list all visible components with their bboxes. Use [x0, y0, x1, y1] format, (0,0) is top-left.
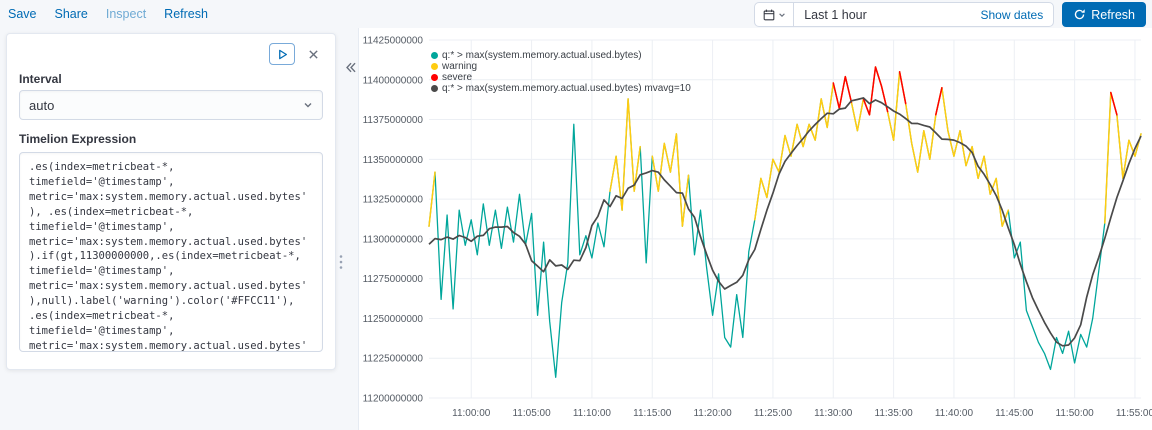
legend-dot — [431, 63, 438, 70]
date-picker: Last 1 hour Show dates — [754, 2, 1055, 27]
interval-label: Interval — [19, 72, 62, 86]
x-tick-label: 11:15:00 — [633, 408, 672, 419]
y-tick-label: 11325000000 — [363, 195, 424, 206]
legend-dot — [431, 85, 438, 92]
interval-select[interactable]: auto — [19, 90, 323, 120]
nav-inspect-link[interactable]: Inspect — [106, 7, 146, 21]
legend-item[interactable]: q:* > max(system.memory.actual.used.byte… — [431, 50, 691, 61]
refresh-button[interactable]: Refresh — [1062, 2, 1146, 27]
legend-label: warning — [442, 61, 478, 72]
legend-label: q:* > max(system.memory.actual.used.byte… — [442, 50, 642, 61]
play-icon — [277, 49, 288, 60]
chevron-down-icon — [303, 100, 313, 110]
calendar-dropdown-button[interactable] — [755, 3, 795, 26]
expression-editor-panel: Interval auto Timelion Expression .es(in… — [6, 33, 336, 370]
y-tick-label: 11225000000 — [363, 354, 424, 365]
time-range-label[interactable]: Last 1 hour — [794, 8, 970, 22]
x-tick-label: 11:20:00 — [693, 408, 732, 419]
x-tick-label: 11:45:00 — [995, 408, 1034, 419]
legend-label: severe — [442, 72, 473, 83]
resize-handle[interactable] — [339, 254, 343, 275]
expression-label: Timelion Expression — [19, 132, 137, 146]
nav-refresh-link[interactable]: Refresh — [164, 7, 208, 21]
expression-textarea[interactable]: .es(index=metricbeat-*, timefield='@time… — [19, 152, 323, 352]
chevron-down-icon — [778, 11, 786, 19]
x-tick-label: 11:30:00 — [814, 408, 853, 419]
x-tick-label: 11:55:00 — [1116, 408, 1152, 419]
run-expression-button[interactable] — [269, 43, 295, 65]
x-tick-label: 11:00:00 — [452, 408, 491, 419]
y-tick-label: 11275000000 — [363, 274, 424, 285]
series-line-severe — [1110, 91, 1118, 116]
nav-save-link[interactable]: Save — [8, 7, 37, 21]
y-tick-label: 11425000000 — [363, 36, 424, 47]
series-line-severe — [935, 86, 943, 116]
x-tick-label: 11:35:00 — [875, 408, 914, 419]
legend-item[interactable]: q:* > max(system.memory.actual.used.byte… — [431, 83, 691, 94]
close-icon — [308, 49, 319, 60]
x-tick-label: 11:05:00 — [512, 408, 551, 419]
legend-item[interactable]: warning — [431, 61, 691, 72]
series-line-severe — [898, 71, 907, 105]
legend-label: q:* > max(system.memory.actual.used.byte… — [442, 83, 691, 94]
top-bar: Save Share Inspect Refresh Last 1 hour S… — [0, 0, 1152, 28]
y-tick-label: 11350000000 — [363, 155, 424, 166]
double-chevron-left-icon — [344, 61, 357, 74]
close-panel-button[interactable] — [303, 44, 323, 64]
series-line-raw — [428, 66, 1142, 378]
nav-share-link[interactable]: Share — [55, 7, 88, 21]
show-dates-link[interactable]: Show dates — [971, 8, 1054, 22]
legend-dot — [431, 74, 438, 81]
time-controls: Last 1 hour Show dates Refresh — [754, 2, 1146, 27]
series-line-warning — [651, 133, 690, 227]
calendar-icon — [762, 8, 776, 22]
y-tick-label: 11250000000 — [363, 314, 424, 325]
y-tick-label: 11200000000 — [363, 394, 424, 405]
series-line-severe — [862, 66, 889, 116]
x-tick-label: 11:10:00 — [573, 408, 612, 419]
refresh-button-label: Refresh — [1091, 7, 1135, 22]
x-tick-label: 11:50:00 — [1056, 408, 1095, 419]
interval-select-value: auto — [29, 97, 55, 113]
app-nav: Save Share Inspect Refresh — [8, 7, 208, 21]
y-tick-label: 11375000000 — [363, 115, 424, 126]
series-line-warning — [754, 66, 1010, 227]
y-tick-label: 11400000000 — [363, 75, 424, 86]
chart-panel: q:* > max(system.memory.actual.used.byte… — [358, 28, 1152, 430]
legend-dot — [431, 52, 438, 59]
legend-item[interactable]: severe — [431, 72, 691, 83]
expression-sidebar: Interval auto Timelion Expression .es(in… — [0, 28, 358, 430]
collapse-panel-button[interactable] — [341, 58, 359, 76]
x-tick-label: 11:40:00 — [935, 408, 974, 419]
y-tick-label: 11300000000 — [363, 234, 424, 245]
refresh-icon — [1073, 8, 1086, 21]
x-tick-label: 11:25:00 — [754, 408, 793, 419]
chart-legend: q:* > max(system.memory.actual.used.byte… — [431, 50, 691, 94]
series-line-warning — [1104, 91, 1142, 224]
editor-toolbar — [19, 42, 323, 66]
